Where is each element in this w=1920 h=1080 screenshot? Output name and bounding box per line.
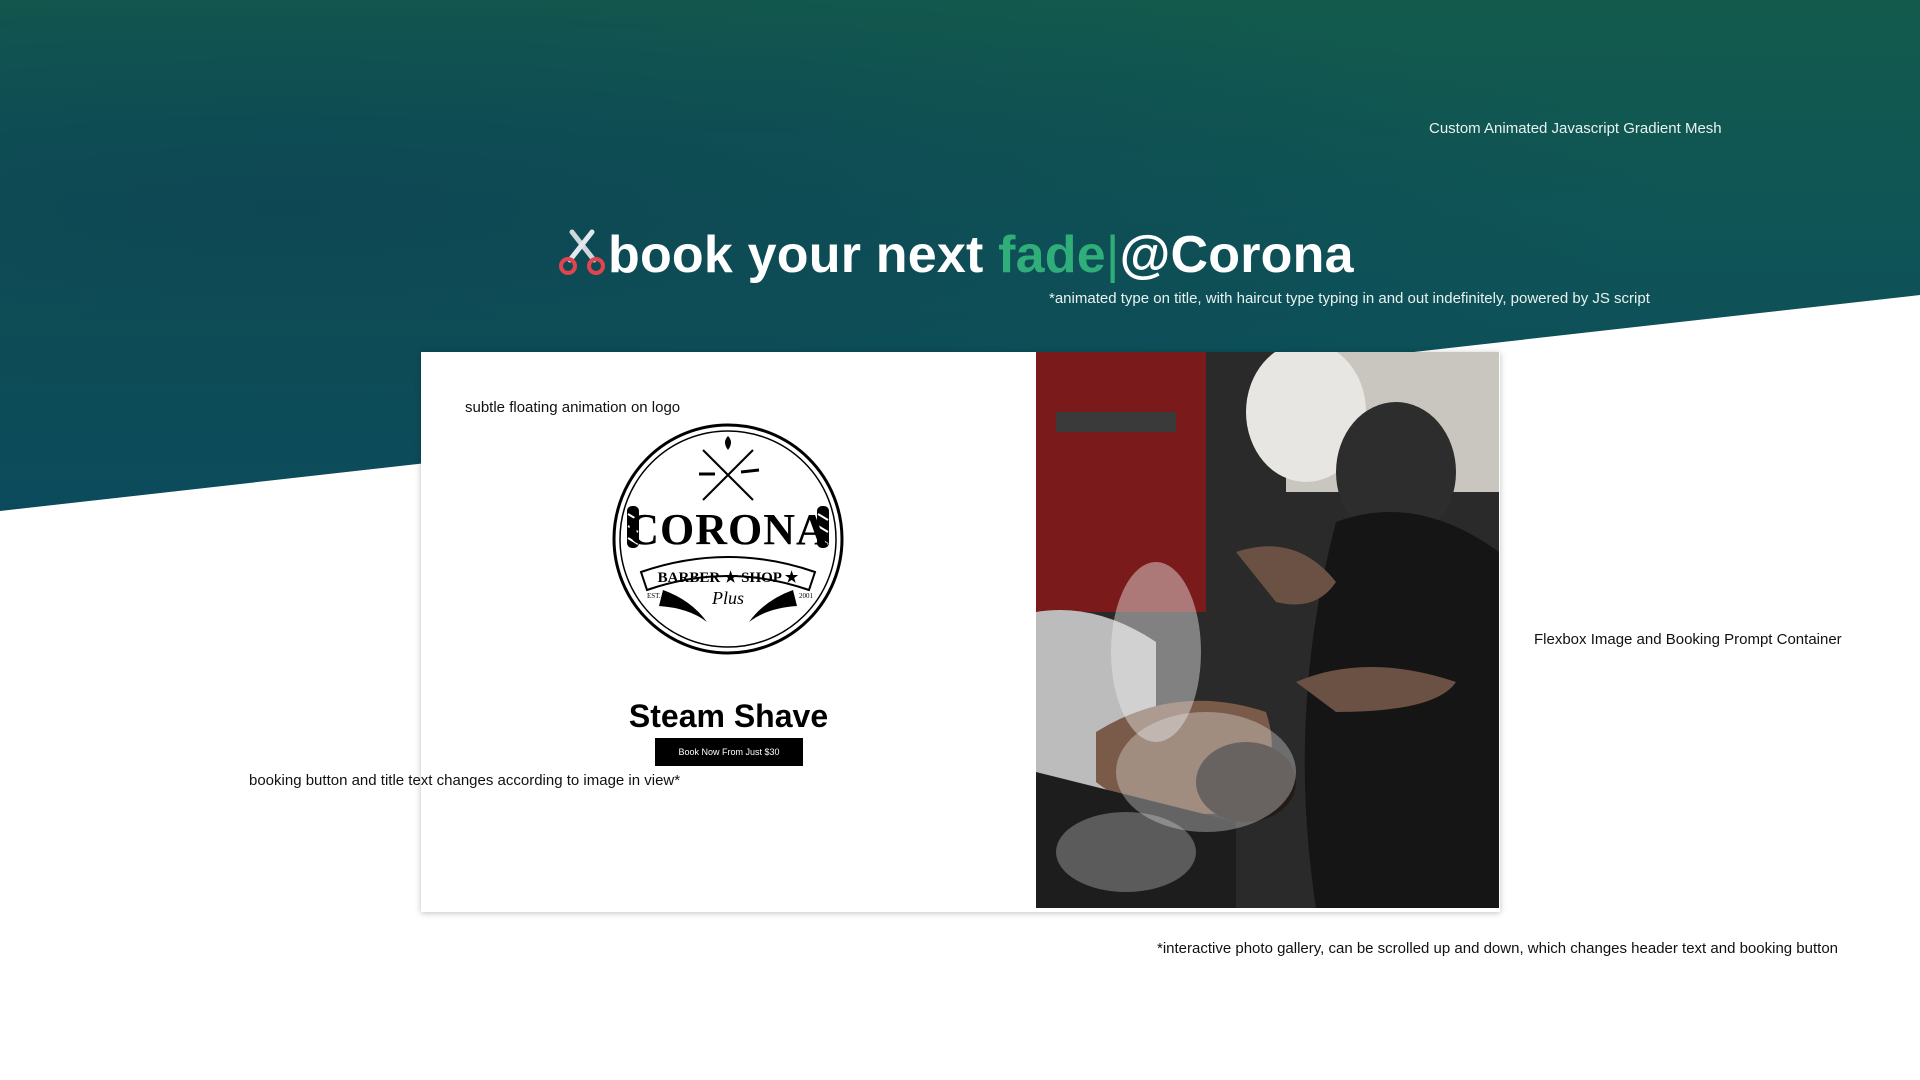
page-title: book your next fade|@Corona <box>558 222 1354 292</box>
logo-est: EST. <box>647 592 661 600</box>
booking-changes-note: booking button and title text changes ac… <box>249 772 681 789</box>
headline-suffix: @Corona <box>1119 226 1354 284</box>
book-now-button[interactable]: Book Now From Just $30 <box>655 738 803 766</box>
floating-logo-note: subtle floating animation on logo <box>465 399 681 416</box>
corona-logo: CORONA BARBER ★ SHOP ★ Plus EST. 2001 <box>611 422 845 656</box>
booking-prompt-panel: subtle floating animation on logo CORONA… <box>421 352 1036 912</box>
headline-cursor: | <box>1105 226 1120 284</box>
logo-script: Plus <box>711 588 744 608</box>
gradient-mesh-note: Custom Animated Javascript Gradient Mesh <box>1429 120 1722 137</box>
flexbox-container-note: Flexbox Image and Booking Prompt Contain… <box>1534 631 1842 648</box>
gallery-photo[interactable] <box>1036 352 1499 908</box>
scissors-icon <box>558 226 606 292</box>
logo-name: CORONA <box>627 505 829 554</box>
card-title: Steam Shave <box>628 698 829 734</box>
logo-year: 2001 <box>799 592 814 600</box>
animated-type-note: *animated type on title, with haircut ty… <box>1049 290 1650 307</box>
gallery-image <box>1036 352 1499 908</box>
logo-subtitle: BARBER ★ SHOP ★ <box>658 570 799 586</box>
headline-prefix: book your next <box>608 226 999 284</box>
booking-card: subtle floating animation on logo CORONA… <box>421 352 1500 912</box>
photo-gallery-note: *interactive photo gallery, can be scrol… <box>1157 940 1839 957</box>
headline-typed-word: fade <box>998 226 1106 284</box>
